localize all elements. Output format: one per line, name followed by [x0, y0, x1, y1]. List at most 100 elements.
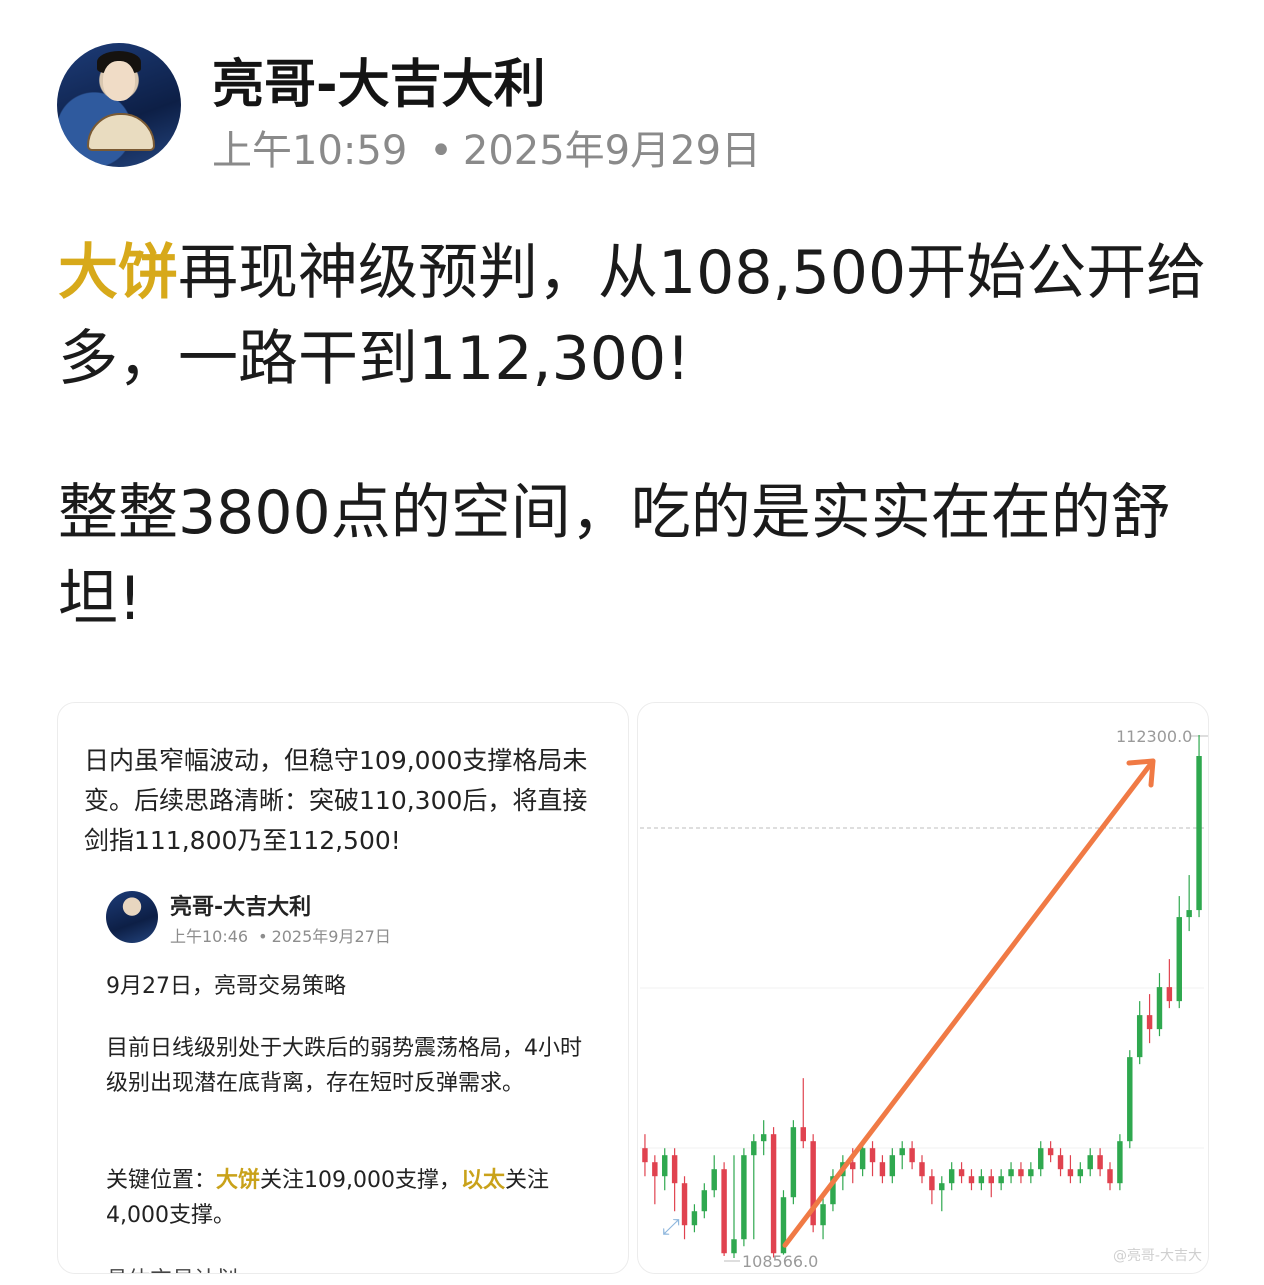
- candle: [652, 1155, 658, 1205]
- candle: [731, 1155, 737, 1258]
- candle-body: [1186, 910, 1192, 918]
- post-paragraph-1: 大饼再现神级预判，从108,500开始公开给多，一路干到112,300!: [58, 230, 1208, 402]
- candle-body: [1127, 1057, 1133, 1142]
- candle: [1136, 1001, 1143, 1065]
- candle: [939, 1176, 945, 1212]
- chart-high-label: 112300.0: [1116, 727, 1193, 746]
- candle-body: [929, 1176, 935, 1191]
- chart-low-label: 108566.0: [742, 1252, 819, 1271]
- candle-body: [800, 1127, 806, 1142]
- candle-body: [731, 1239, 737, 1254]
- candle-body: [919, 1162, 925, 1177]
- quoted-post-meta: 上午10:46 • 2025年9月27日: [170, 923, 391, 947]
- candle-body: [968, 1176, 975, 1184]
- candle-body: [711, 1169, 717, 1191]
- post-meta: 上午10:59 • 2025年9月29日: [212, 118, 761, 176]
- candle: [1166, 959, 1173, 1009]
- candle-body: [889, 1155, 896, 1177]
- candle-body: [1047, 1148, 1054, 1156]
- candle: [1107, 1162, 1113, 1191]
- chart-watermark: @亮哥-大吉大: [1112, 1248, 1202, 1264]
- candle-body: [909, 1148, 915, 1163]
- candle: [1087, 1148, 1093, 1177]
- candle: [899, 1141, 905, 1170]
- candle-body: [671, 1155, 678, 1184]
- avatar-face: [103, 61, 135, 101]
- candlestick-chart: [640, 735, 1208, 1262]
- quoted-meta-separator: •: [258, 927, 268, 946]
- candle: [879, 1155, 886, 1184]
- candle-body: [820, 1204, 826, 1226]
- candle-body: [1107, 1169, 1113, 1184]
- candle-body: [770, 1134, 777, 1254]
- candle: [671, 1148, 678, 1212]
- chart-image[interactable]: 112300.0 108566.0 @亮哥-大吉大 ⤢: [637, 702, 1209, 1274]
- candle: [1176, 896, 1182, 1009]
- candle-body: [1087, 1155, 1093, 1170]
- candle-body: [1176, 917, 1182, 1002]
- candle: [751, 1134, 757, 1240]
- author-avatar[interactable]: [57, 43, 181, 167]
- candle-body: [1018, 1169, 1024, 1177]
- candle: [1186, 875, 1192, 932]
- candle-body: [1156, 987, 1163, 1030]
- candle-body: [1146, 1015, 1153, 1030]
- candle: [1146, 994, 1153, 1044]
- candle: [741, 1148, 747, 1247]
- candle: [820, 1197, 826, 1240]
- candle: [889, 1148, 896, 1184]
- candle-body: [1057, 1155, 1064, 1170]
- quoted-line-2: 目前日线级别处于大跌后的弱势震荡格局，4小时级别出现潜在底背离，存在短时反弹需求…: [106, 1036, 582, 1096]
- quoted-post-date: 2025年9月27日: [271, 927, 391, 946]
- candle: [1038, 1141, 1044, 1177]
- candle: [1117, 1134, 1123, 1191]
- candle: [958, 1162, 965, 1184]
- highlight-btc[interactable]: 大饼: [58, 238, 178, 308]
- candle: [1047, 1141, 1054, 1163]
- candle-body: [1028, 1169, 1034, 1177]
- candle: [810, 1134, 816, 1233]
- candle-body: [721, 1169, 727, 1254]
- candle-body: [1097, 1155, 1103, 1170]
- candle: [978, 1169, 985, 1191]
- candle: [1057, 1148, 1064, 1177]
- expand-icon[interactable]: ⤢: [662, 1215, 692, 1245]
- quoted-line-3-prefix: 关键位置：: [106, 1168, 217, 1193]
- candle-body: [662, 1155, 668, 1177]
- candle: [968, 1169, 975, 1191]
- candle: [800, 1078, 806, 1149]
- candle-body: [1117, 1141, 1123, 1184]
- quoted-author-avatar: [106, 891, 158, 943]
- candle: [1127, 1050, 1133, 1149]
- candle-body: [939, 1183, 945, 1191]
- candle: [948, 1162, 955, 1191]
- candle: [760, 1120, 767, 1156]
- candle: [909, 1141, 915, 1170]
- candle: [998, 1169, 1004, 1191]
- candle-body: [1166, 987, 1173, 1002]
- quoted-post-image[interactable]: 日内虽窄幅波动，但稳守109,000支撑格局未变。后续思路清晰：突破110,30…: [57, 702, 629, 1274]
- candle: [711, 1155, 717, 1198]
- candle: [830, 1169, 836, 1212]
- candle-body: [1196, 756, 1202, 911]
- candle-body: [751, 1141, 757, 1156]
- post-paragraph-1-text: 再现神级预判，从108,500开始公开给多，一路干到112,300!: [58, 238, 1207, 394]
- candle-body: [899, 1148, 905, 1156]
- candle-body: [760, 1134, 767, 1142]
- quoted-highlight-btc: 大饼: [216, 1168, 261, 1193]
- candle: [1196, 735, 1202, 918]
- candle-body: [869, 1148, 876, 1163]
- candle-body: [998, 1176, 1004, 1184]
- candle-body: [988, 1176, 994, 1184]
- candle: [701, 1183, 708, 1219]
- candle: [929, 1169, 935, 1205]
- candle: [642, 1134, 648, 1177]
- trend-arrow-line: [782, 758, 1156, 1248]
- candle-body: [701, 1190, 708, 1212]
- candle: [1077, 1162, 1084, 1184]
- author-name[interactable]: 亮哥-大吉大利: [212, 42, 546, 117]
- candle-body: [741, 1155, 747, 1240]
- quoted-post-time: 上午10:46: [170, 927, 249, 946]
- quoted-author-name: 亮哥-大吉大利: [170, 895, 312, 920]
- candle: [1008, 1162, 1014, 1184]
